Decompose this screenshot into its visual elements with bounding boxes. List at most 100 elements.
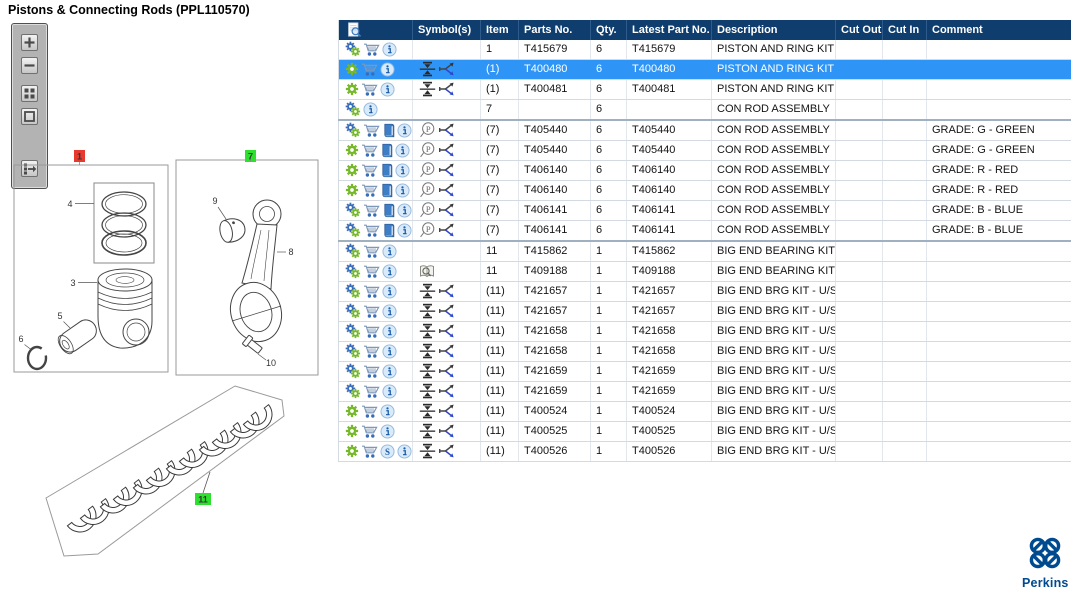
cart-icon[interactable]	[361, 143, 378, 158]
column-header-cut-out[interactable]: Cut Out	[836, 20, 883, 40]
column-header-comment[interactable]: Comment	[927, 20, 1071, 40]
info-icon[interactable]	[363, 102, 378, 117]
table-row[interactable]: (11)T4216581T421658BIG END BRG KIT - U/S	[339, 322, 1071, 342]
info-icon[interactable]	[382, 284, 397, 299]
info-icon[interactable]	[380, 404, 395, 419]
info-icon[interactable]	[382, 264, 397, 279]
cart-icon[interactable]	[361, 82, 378, 97]
table-row[interactable]: P(7)T4061416T406141CON ROD ASSEMBLYGRADE…	[339, 221, 1071, 242]
gears-icon[interactable]	[345, 263, 361, 279]
info-icon[interactable]	[397, 203, 412, 218]
table-row[interactable]: (11)T4216571T421657BIG END BRG KIT - U/S	[339, 282, 1071, 302]
column-header-description[interactable]: Description	[712, 20, 836, 40]
table-row[interactable]: 76CON ROD ASSEMBLY	[339, 100, 1071, 121]
book-icon[interactable]	[382, 203, 395, 218]
table-row[interactable]: 11T4091881T409188BIG END BEARING KIT	[339, 262, 1071, 282]
cart-icon[interactable]	[363, 344, 380, 359]
gears-icon[interactable]	[345, 101, 361, 117]
info-icon[interactable]	[380, 424, 395, 439]
cart-icon[interactable]	[363, 223, 380, 238]
table-row[interactable]: S(11)T4005261T400526BIG END BRG KIT - U/…	[339, 442, 1071, 462]
cart-icon[interactable]	[363, 364, 380, 379]
book-icon[interactable]	[382, 223, 395, 238]
table-row[interactable]: (1)T4004816T400481PISTON AND RING KIT -	[339, 80, 1071, 100]
cart-icon[interactable]	[361, 424, 378, 439]
info-icon[interactable]	[397, 444, 412, 459]
info-icon[interactable]	[397, 223, 412, 238]
table-row[interactable]: (11)T4005251T400525BIG END BRG KIT - U/S	[339, 422, 1071, 442]
gears-icon[interactable]	[345, 283, 361, 299]
info-icon[interactable]	[395, 143, 410, 158]
info-icon[interactable]	[380, 62, 395, 77]
cart-icon[interactable]	[363, 324, 380, 339]
cart-icon[interactable]	[361, 404, 378, 419]
zoom-out-button[interactable]	[21, 57, 38, 74]
cart-icon[interactable]	[363, 284, 380, 299]
s-badge-icon[interactable]: S	[380, 444, 395, 459]
gears-icon[interactable]	[345, 343, 361, 359]
cart-icon[interactable]	[361, 62, 378, 77]
column-header-cut-in[interactable]: Cut In	[883, 20, 927, 40]
table-row[interactable]: (11)T4216571T421657BIG END BRG KIT - U/S	[339, 302, 1071, 322]
column-header-qty[interactable]: Qty.	[591, 20, 627, 40]
gear-icon[interactable]	[345, 62, 359, 76]
info-icon[interactable]	[395, 183, 410, 198]
book-icon[interactable]	[380, 143, 393, 158]
table-row[interactable]: P(7)T4061406T406140CON ROD ASSEMBLYGRADE…	[339, 161, 1071, 181]
cart-icon[interactable]	[361, 444, 378, 459]
info-icon[interactable]	[382, 344, 397, 359]
info-icon[interactable]	[382, 244, 397, 259]
column-header-item[interactable]: Item	[481, 20, 519, 40]
gears-icon[interactable]	[345, 243, 361, 259]
doc-search-icon[interactable]	[345, 22, 363, 38]
diagram-tag-7[interactable]: 7	[245, 150, 256, 162]
table-row[interactable]: (11)T4005241T400524BIG END BRG KIT - U/S	[339, 402, 1071, 422]
cart-icon[interactable]	[363, 123, 380, 138]
gears-icon[interactable]	[345, 323, 361, 339]
info-icon[interactable]	[382, 364, 397, 379]
cart-icon[interactable]	[361, 163, 378, 178]
table-row[interactable]: (11)T4216591T421659BIG END BRG KIT - U/S	[339, 382, 1071, 402]
column-header-preview[interactable]	[339, 20, 413, 40]
gears-icon[interactable]	[345, 303, 361, 319]
table-row[interactable]: P(7)T4054406T405440CON ROD ASSEMBLYGRADE…	[339, 120, 1071, 141]
info-icon[interactable]	[380, 82, 395, 97]
info-icon[interactable]	[382, 324, 397, 339]
table-row[interactable]: (11)T4216591T421659BIG END BRG KIT - U/S	[339, 362, 1071, 382]
gears-icon[interactable]	[345, 363, 361, 379]
info-icon[interactable]	[382, 304, 397, 319]
gear-icon[interactable]	[345, 163, 359, 177]
table-row[interactable]: P(7)T4054406T405440CON ROD ASSEMBLYGRADE…	[339, 141, 1071, 161]
gear-icon[interactable]	[345, 82, 359, 96]
cart-icon[interactable]	[363, 42, 380, 57]
diagram-tag-1[interactable]: 1	[74, 150, 85, 165]
book-icon[interactable]	[380, 163, 393, 178]
fit-view-button[interactable]	[21, 108, 38, 125]
book-icon[interactable]	[382, 123, 395, 138]
overview-button[interactable]	[21, 85, 38, 102]
book-icon[interactable]	[380, 183, 393, 198]
column-header-symbol-s[interactable]: Symbol(s)	[413, 20, 481, 40]
column-header-latest-part-no[interactable]: Latest Part No.	[627, 20, 712, 40]
gears-icon[interactable]	[345, 202, 361, 218]
table-row[interactable]: (11)T4216581T421658BIG END BRG KIT - U/S	[339, 342, 1071, 362]
info-icon[interactable]	[397, 123, 412, 138]
table-row[interactable]: 1T4156796T415679PISTON AND RING KIT	[339, 40, 1071, 60]
table-row[interactable]: 11T4158621T415862BIG END BEARING KIT	[339, 241, 1071, 262]
info-icon[interactable]	[395, 163, 410, 178]
cart-icon[interactable]	[363, 304, 380, 319]
column-header-parts-no[interactable]: Parts No.	[519, 20, 591, 40]
gear-icon[interactable]	[345, 424, 359, 438]
gear-icon[interactable]	[345, 183, 359, 197]
gears-icon[interactable]	[345, 41, 361, 57]
zoom-in-button[interactable]	[21, 34, 38, 51]
info-icon[interactable]	[382, 384, 397, 399]
gears-icon[interactable]	[345, 222, 361, 238]
table-row[interactable]: (1)T4004806T400480PISTON AND RING KIT -	[339, 60, 1071, 80]
cart-icon[interactable]	[363, 203, 380, 218]
gears-icon[interactable]	[345, 383, 361, 399]
cart-icon[interactable]	[363, 264, 380, 279]
gears-icon[interactable]	[345, 122, 361, 138]
cart-icon[interactable]	[363, 384, 380, 399]
gear-icon[interactable]	[345, 143, 359, 157]
